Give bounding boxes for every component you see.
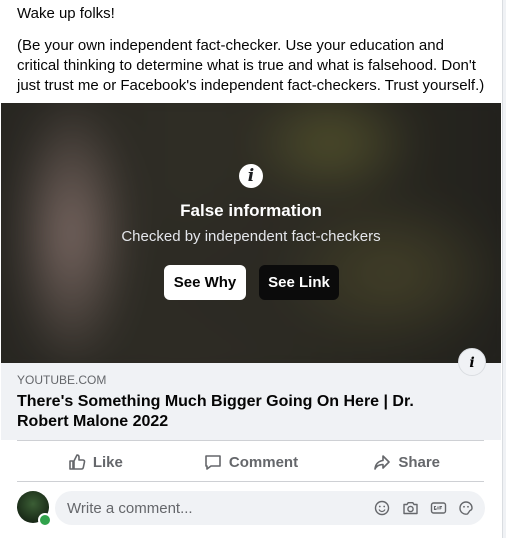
- like-button[interactable]: Like: [17, 447, 173, 477]
- comment-icon: [205, 455, 221, 470]
- see-why-button[interactable]: See Why: [164, 265, 246, 300]
- share-icon: [374, 455, 391, 470]
- post-card: Wake up folks! (Be your own independent …: [0, 0, 503, 538]
- comment-tools: [373, 499, 475, 517]
- info-icon: i: [239, 164, 263, 188]
- comment-composer: [17, 491, 487, 527]
- gif-icon[interactable]: [429, 499, 447, 517]
- emoji-icon[interactable]: [373, 499, 391, 517]
- share-button[interactable]: Share: [328, 447, 484, 477]
- divider: [17, 481, 484, 482]
- post-paragraph: (Be your own independent fact-checker. U…: [17, 37, 485, 94]
- share-label: Share: [398, 453, 441, 471]
- link-title[interactable]: There's Something Much Bigger Going On H…: [17, 392, 457, 432]
- online-status-dot: [38, 513, 52, 527]
- comment-button[interactable]: Comment: [173, 447, 329, 477]
- post-paragraph: Wake up folks!: [17, 5, 115, 22]
- info-icon[interactable]: i: [458, 348, 486, 376]
- fact-check-subtitle: Checked by independent fact-checkers: [121, 228, 381, 245]
- like-label: Like: [92, 453, 123, 471]
- see-link-button[interactable]: See Link: [259, 265, 339, 300]
- post-text: Wake up folks! (Be your own independent …: [17, 4, 487, 108]
- link-preview[interactable]: YOUTUBE.COM There's Something Much Bigge…: [1, 363, 501, 440]
- thumbs-up-icon: [69, 454, 86, 470]
- post-actions: Like Comment Share: [17, 447, 484, 477]
- fact-check-media[interactable]: i False information Checked by independe…: [1, 103, 501, 363]
- link-domain: YOUTUBE.COM: [17, 373, 107, 387]
- camera-icon[interactable]: [401, 499, 419, 517]
- comment-label: Comment: [228, 453, 299, 471]
- fact-check-title: False information: [180, 201, 322, 220]
- divider: [17, 440, 484, 441]
- sticker-icon[interactable]: [457, 499, 475, 517]
